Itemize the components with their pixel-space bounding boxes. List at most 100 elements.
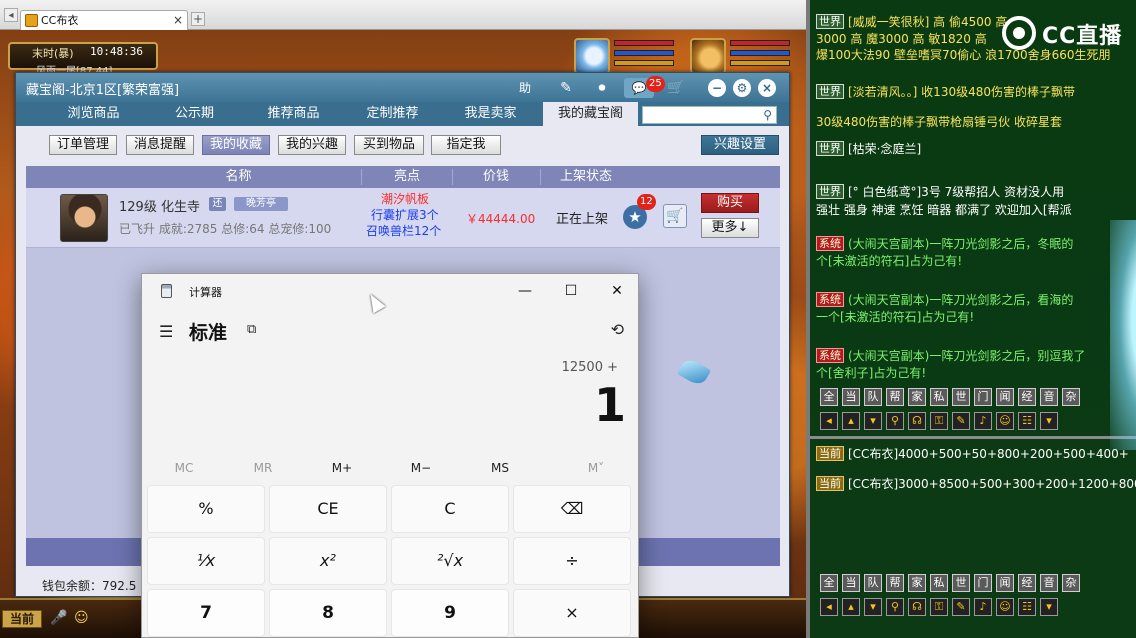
channel-tab[interactable]: 私 [930, 388, 948, 406]
my-interests-button[interactable]: 我的兴趣 [278, 135, 346, 155]
channel-tab[interactable]: 全 [820, 574, 838, 592]
settings-gear-icon[interactable]: ⚙ [733, 79, 751, 97]
channel-tab[interactable]: 经 [1018, 388, 1036, 406]
close-icon[interactable]: ✕ [605, 280, 629, 302]
percent-key[interactable]: % [147, 485, 265, 533]
close-tab-icon[interactable]: × [173, 11, 183, 30]
add-to-cart-icon[interactable]: 🛒 [663, 204, 687, 228]
chat-tool-icon[interactable]: ◂ [820, 598, 838, 616]
channel-tab[interactable]: 音 [1040, 574, 1058, 592]
chat-tool-icon[interactable]: ✎ [952, 412, 970, 430]
keep-on-top-icon[interactable]: ⧉ [247, 322, 256, 337]
emoji-icon[interactable]: ☺ [74, 610, 89, 626]
table-row[interactable]: 129级 化生寺 还 晚芳亭 已飞升 成就:2785 总修:64 总宠修:100… [26, 188, 780, 248]
browser-tab-cc[interactable]: CC布衣 × [20, 10, 188, 30]
channel-tab[interactable]: 家 [908, 574, 926, 592]
chat-tool-icon[interactable]: ☊ [908, 598, 926, 616]
chat-channel-tag[interactable]: 世界 [816, 141, 844, 156]
tab-my-pavilion[interactable]: 我的藏宝阁 [543, 102, 638, 126]
memory-add-button[interactable]: M+ [302, 456, 382, 480]
digit-9-key[interactable]: 9 [391, 589, 509, 637]
search-icon[interactable]: ⚲ [763, 108, 772, 122]
chat-tool-icon[interactable]: ♪ [974, 412, 992, 430]
multiply-key[interactable]: × [513, 589, 631, 637]
channel-tab[interactable]: 世 [952, 388, 970, 406]
buy-button[interactable]: 购买 [701, 193, 759, 213]
channel-tab[interactable]: 门 [974, 574, 992, 592]
message-reminder-button[interactable]: 消息提醒 [126, 135, 194, 155]
chat-tool-icon[interactable]: ◂ [820, 412, 838, 430]
square-root-key[interactable]: ²√x [391, 537, 509, 585]
chat-tool-icon[interactable]: ▴ [842, 412, 860, 430]
channel-tab[interactable]: 闻 [996, 388, 1014, 406]
maximize-icon[interactable]: ☐ [559, 280, 583, 302]
calculator-title-bar[interactable]: 计算器 — ☐ ✕ [142, 274, 638, 308]
channel-tab[interactable]: 经 [1018, 574, 1036, 592]
divide-key[interactable]: ÷ [513, 537, 631, 585]
purchased-items-button[interactable]: 买到物品 [354, 135, 424, 155]
chat-tool-icon[interactable]: ☷ [1018, 412, 1036, 430]
chat-tool-icon[interactable]: ✎ [952, 598, 970, 616]
chat-channel-tag[interactable]: 世界 [816, 84, 844, 99]
chat-tool-icon[interactable]: ♪ [974, 598, 992, 616]
my-favorites-button[interactable]: 我的收藏 [202, 135, 270, 155]
clear-entry-key[interactable]: CE [269, 485, 387, 533]
designated-me-button[interactable]: 指定我 [431, 135, 501, 155]
memory-subtract-button[interactable]: M− [381, 456, 461, 480]
chat-channel-tag[interactable]: 当前 [816, 446, 844, 461]
chat-channel-tag[interactable]: 系统 [816, 292, 844, 307]
channel-tab[interactable]: 杂 [1062, 388, 1080, 406]
chat-channel-tag[interactable]: 当前 [816, 476, 844, 491]
channel-tab[interactable]: 门 [974, 388, 992, 406]
digit-7-key[interactable]: 7 [147, 589, 265, 637]
chat-tool-icon[interactable]: ⚿ [930, 598, 948, 616]
memory-list-button[interactable]: M˅ [556, 456, 636, 480]
chat-tool-icon[interactable]: ☺ [996, 598, 1014, 616]
tab-scroll-left-icon[interactable]: ◂ [4, 8, 18, 22]
tab-publicity[interactable]: 公示期 [147, 102, 242, 126]
chat-tool-icon[interactable]: ⚲ [886, 412, 904, 430]
memory-recall-button[interactable]: MR [223, 456, 303, 480]
channel-tab[interactable]: 队 [864, 574, 882, 592]
chat-channel-tag[interactable]: 系统 [816, 236, 844, 251]
chat-tool-icon[interactable]: ⚿ [930, 412, 948, 430]
character-avatar[interactable] [60, 194, 108, 242]
record-icon[interactable]: ⏺ [590, 78, 614, 98]
clear-key[interactable]: C [391, 485, 509, 533]
channel-tab[interactable]: 杂 [1062, 574, 1080, 592]
chat-tool-icon[interactable]: ☷ [1018, 598, 1036, 616]
channel-tab[interactable]: 全 [820, 388, 838, 406]
search-input[interactable]: ⚲ [642, 106, 777, 124]
current-channel-button[interactable]: 当前 [2, 610, 42, 628]
new-tab-button[interactable]: + [191, 12, 205, 26]
channel-tab[interactable]: 闻 [996, 574, 1014, 592]
square-key[interactable]: x² [269, 537, 387, 585]
chat-tool-icon[interactable]: ▾ [864, 598, 882, 616]
channel-tab[interactable]: 家 [908, 388, 926, 406]
reciprocal-key[interactable]: ¹⁄x [147, 537, 265, 585]
minimize-icon[interactable]: − [708, 79, 726, 97]
channel-tab[interactable]: 音 [1040, 388, 1058, 406]
channel-tab[interactable]: 当 [842, 574, 860, 592]
cart-icon[interactable]: 🛒 [664, 78, 688, 98]
channel-tab[interactable]: 私 [930, 574, 948, 592]
help-button[interactable]: 助 [513, 78, 537, 98]
channel-tab[interactable]: 帮 [886, 574, 904, 592]
chat-tool-icon[interactable]: ⚲ [886, 598, 904, 616]
tab-browse[interactable]: 浏览商品 [46, 102, 141, 126]
chat-channel-tag[interactable]: 世界 [816, 14, 844, 29]
channel-tab[interactable]: 队 [864, 388, 882, 406]
channel-tab[interactable]: 帮 [886, 388, 904, 406]
memory-clear-button[interactable]: MC [144, 456, 224, 480]
chat-tool-icon[interactable]: ▾ [1040, 412, 1058, 430]
chat-tool-icon[interactable]: ▾ [1040, 598, 1058, 616]
more-button[interactable]: 更多↓ [701, 218, 759, 238]
chat-tool-icon[interactable]: ☊ [908, 412, 926, 430]
order-management-button[interactable]: 订单管理 [49, 135, 117, 155]
chat-tool-icon[interactable]: ▾ [864, 412, 882, 430]
window-title-bar[interactable]: 藏宝阁-北京1区[繁荣富强] 助 ✎ ⏺ 💬 25 🛒 − ⚙ × [16, 73, 789, 102]
interest-settings-button[interactable]: 兴趣设置 [701, 135, 779, 155]
minimize-icon[interactable]: — [513, 280, 537, 302]
channel-tab[interactable]: 世 [952, 574, 970, 592]
tab-seller[interactable]: 我是卖家 [443, 102, 538, 126]
